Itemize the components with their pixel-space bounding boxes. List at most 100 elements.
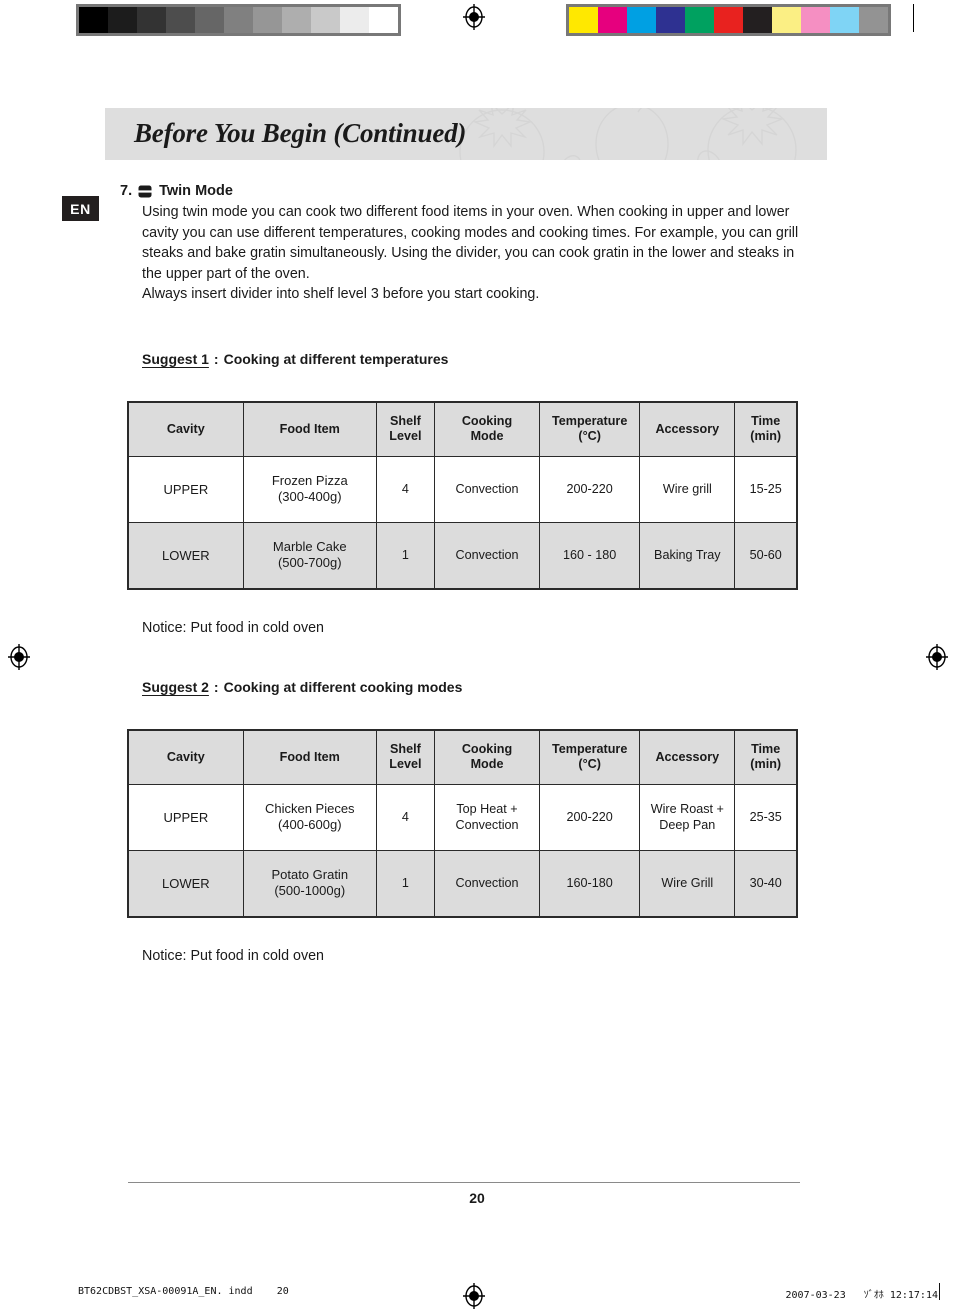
- cell-cooking-mode: Convection: [433, 455, 541, 523]
- cell-shelf-level: 1: [375, 521, 435, 590]
- suggest-1-label: Suggest 1: Cooking at different temperat…: [120, 351, 810, 367]
- calibration-swatch-5: [224, 7, 253, 33]
- twin-mode-icon: [138, 185, 152, 198]
- cell-food-item: Potato Gratin (500-1000g): [242, 849, 377, 918]
- cell-shelf-level: 4: [375, 783, 435, 851]
- cell-time: 15-25: [734, 455, 798, 523]
- calibration-swatch-8: [801, 7, 830, 33]
- registration-mark-icon-left: [6, 644, 32, 670]
- section-title: Twin Mode: [159, 183, 233, 199]
- calibration-swatch-3: [656, 7, 685, 33]
- cell-temperature: 200-220: [539, 455, 641, 523]
- color-calibration-strip: [566, 4, 891, 36]
- suggest-2-label: Suggest 2: Cooking at different cooking …: [120, 679, 810, 695]
- language-badge: EN: [62, 196, 99, 221]
- suggest-1-caption: Cooking at different temperatures: [223, 350, 449, 367]
- section-heading: 7. Twin Mode: [120, 182, 810, 200]
- suggest-2-table: Cavity Food Item Shelf Level Cooking Mod…: [127, 728, 798, 918]
- section-number: 7.: [120, 183, 133, 199]
- text-cursor-caret: [939, 1283, 940, 1300]
- column-header-shelf-level: Shelf Level: [375, 729, 435, 785]
- column-header-accessory: Accessory: [639, 729, 736, 785]
- grayscale-calibration-strip: [76, 4, 401, 36]
- calibration-swatch-6: [743, 7, 772, 33]
- calibration-swatch-1: [108, 7, 137, 33]
- table-row: LOWER Marble Cake (500-700g) 1 Convectio…: [127, 521, 798, 590]
- calibration-swatch-2: [627, 7, 656, 33]
- cell-cooking-mode: Convection: [433, 849, 541, 918]
- calibration-swatch-4: [685, 7, 714, 33]
- footer-divider: [128, 1182, 800, 1183]
- calibration-swatch-7: [282, 7, 311, 33]
- fruit-outline-decoration: [459, 108, 797, 160]
- calibration-swatch-1: [598, 7, 627, 33]
- suggest-1-notice: Notice: Put food in cold oven: [142, 619, 324, 636]
- table-row: LOWER Potato Gratin (500-1000g) 1 Convec…: [127, 849, 798, 918]
- table-row: UPPER Chicken Pieces (400-600g) 4 Top He…: [127, 783, 798, 851]
- calibration-swatch-5: [714, 7, 743, 33]
- table-header-row: Cavity Food Item Shelf Level Cooking Mod…: [127, 729, 798, 785]
- calibration-swatch-2: [137, 7, 166, 33]
- column-header-temperature: Temperature (°C): [539, 729, 641, 785]
- calibration-swatch-10: [859, 7, 888, 33]
- cell-temperature: 200-220: [539, 783, 641, 851]
- registration-mark-icon: [461, 4, 487, 30]
- cell-temperature: 160-180: [539, 849, 641, 918]
- cell-accessory: Baking Tray: [639, 521, 736, 590]
- calibration-swatch-3: [166, 7, 195, 33]
- cell-food-item: Marble Cake (500-700g): [242, 521, 377, 590]
- calibration-swatch-10: [369, 7, 398, 33]
- column-header-food-item: Food Item: [242, 401, 377, 457]
- page-title: Before You Begin (Continued): [134, 117, 467, 148]
- print-footer-filename: BT62CDBST_XSA-00091A_EN. indd 20: [78, 1286, 289, 1297]
- cell-time: 50-60: [734, 521, 798, 590]
- column-header-cooking-mode: Cooking Mode: [433, 729, 541, 785]
- calibration-swatch-9: [830, 7, 859, 33]
- suggest-1-table: Cavity Food Item Shelf Level Cooking Mod…: [127, 400, 798, 590]
- column-header-temperature: Temperature (°C): [539, 401, 641, 457]
- column-header-time: Time (min): [734, 729, 798, 785]
- cell-cavity: LOWER: [127, 521, 244, 590]
- page-header-banner: Before You Begin (Continued): [105, 108, 827, 160]
- page-number: 20: [469, 1190, 485, 1206]
- column-header-time: Time (min): [734, 401, 798, 457]
- suggest-2-separator: :: [213, 678, 219, 695]
- calibration-swatch-0: [79, 7, 108, 33]
- suggest-2-title: Suggest 2: [142, 678, 209, 695]
- calibration-swatch-9: [340, 7, 369, 33]
- trim-tick: [913, 4, 914, 32]
- cell-cooking-mode: Convection: [433, 521, 541, 590]
- column-header-accessory: Accessory: [639, 401, 736, 457]
- section-body: Using twin mode you can cook two differe…: [120, 202, 810, 305]
- calibration-swatch-6: [253, 7, 282, 33]
- print-footer: BT62CDBST_XSA-00091A_EN. indd 20 2007-03…: [0, 1286, 954, 1302]
- column-header-cooking-mode: Cooking Mode: [433, 401, 541, 457]
- column-header-cavity: Cavity: [127, 729, 244, 785]
- cell-cavity: UPPER: [127, 783, 244, 851]
- cell-accessory: Wire Roast + Deep Pan: [639, 783, 736, 851]
- column-header-cavity: Cavity: [127, 401, 244, 457]
- cell-shelf-level: 1: [375, 849, 435, 918]
- cell-temperature: 160 - 180: [539, 521, 641, 590]
- cell-cavity: LOWER: [127, 849, 244, 918]
- cell-food-item: Frozen Pizza (300-400g): [242, 455, 377, 523]
- cell-cavity: UPPER: [127, 455, 244, 523]
- column-header-shelf-level: Shelf Level: [375, 401, 435, 457]
- cell-accessory: Wire Grill: [639, 849, 736, 918]
- calibration-swatch-8: [311, 7, 340, 33]
- calibration-swatch-7: [772, 7, 801, 33]
- table-row: UPPER Frozen Pizza (300-400g) 4 Convecti…: [127, 455, 798, 523]
- main-content: 7. Twin Mode Using twin mode you can coo…: [120, 182, 810, 964]
- cell-time: 30-40: [734, 849, 798, 918]
- cell-shelf-level: 4: [375, 455, 435, 523]
- suggest-1-title: Suggest 1: [142, 350, 209, 367]
- cell-accessory: Wire grill: [639, 455, 736, 523]
- cell-time: 25-35: [734, 783, 798, 851]
- suggest-2-caption: Cooking at different cooking modes: [223, 678, 463, 695]
- calibration-swatch-0: [569, 7, 598, 33]
- registration-mark-icon-right: [924, 644, 950, 670]
- table-header-row: Cavity Food Item Shelf Level Cooking Mod…: [127, 401, 798, 457]
- column-header-food-item: Food Item: [242, 729, 377, 785]
- section-paragraph: Using twin mode you can cook two differe…: [142, 204, 799, 282]
- cell-cooking-mode: Top Heat + Convection: [433, 783, 541, 851]
